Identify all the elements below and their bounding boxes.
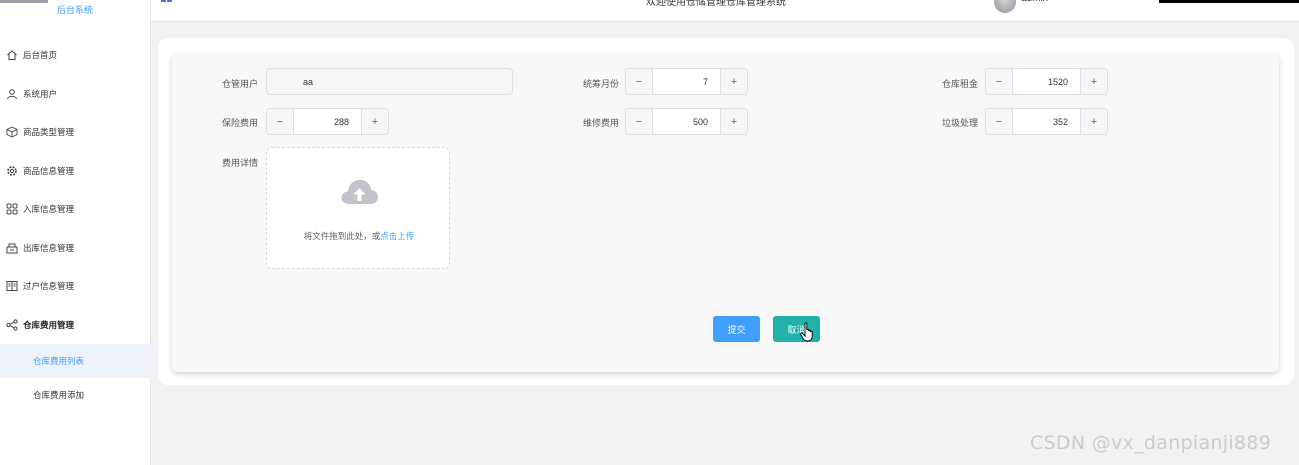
insurance-fee-label: 保险费用 — [221, 118, 258, 128]
grid-icon — [5, 203, 18, 216]
submit-button[interactable]: 提交 — [713, 316, 760, 342]
maintenance-fee-label: 维修费用 — [582, 118, 619, 128]
warehouse-rent-increase-button[interactable]: + — [1080, 69, 1107, 94]
submenu-fee-list[interactable]: 仓库费用列表 — [0, 344, 151, 378]
header-title: 欢迎使用仓储管理仓库管理系统 — [646, 0, 786, 8]
sidebar-item-product-info[interactable]: 商品信息管理 — [0, 152, 151, 191]
garbage-fee-value[interactable]: 352 — [1013, 109, 1080, 134]
box-icon — [5, 126, 18, 139]
user-icon — [5, 87, 18, 100]
sidebar-item-label: 出库信息管理 — [23, 242, 75, 253]
stat-month-label: 统筹月份 — [582, 79, 619, 89]
stat-month-stepper[interactable]: − 7 + — [625, 68, 748, 95]
sidebar-item-label: 后台首页 — [23, 50, 58, 61]
sidebar-item-label: 过户信息管理 — [23, 281, 75, 292]
gear-icon — [5, 164, 18, 177]
upload-hint: 将文件拖到此处，或点击上传 — [267, 230, 451, 242]
share-icon — [5, 318, 18, 331]
upload-hint-text: 将文件拖到此处，或 — [303, 231, 381, 241]
warehouse-rent-value[interactable]: 1520 — [1013, 69, 1080, 94]
sidebar-item-transfer[interactable]: 过户信息管理 — [0, 267, 151, 306]
stat-month-increase-button[interactable]: + — [720, 69, 747, 94]
cloud-upload-icon — [341, 180, 379, 204]
warehouse-user-input[interactable]: aa — [266, 68, 513, 95]
maintenance-fee-stepper[interactable]: − 500 + — [625, 108, 748, 135]
username[interactable]: admin — [1021, 0, 1048, 4]
redaction-bar — [1159, 0, 1299, 3]
sidebar: 后台系统 后台首页 系统用户 商品类型管理 商品信息管理 入库信息管理 出库信息… — [0, 0, 151, 465]
sidebar-item-label: 商品信息管理 — [23, 165, 75, 176]
insurance-fee-decrease-button[interactable]: − — [267, 109, 294, 134]
sidebar-item-outbound[interactable]: 出库信息管理 — [0, 229, 151, 268]
menu-toggle-icon[interactable] — [161, 0, 175, 4]
submenu-fee-add[interactable]: 仓库费用添加 — [0, 378, 151, 412]
sidebar-item-home[interactable]: 后台首页 — [0, 36, 151, 75]
stat-month-decrease-button[interactable]: − — [626, 69, 653, 94]
maintenance-fee-increase-button[interactable]: + — [720, 109, 747, 134]
insurance-fee-stepper[interactable]: − 288 + — [266, 108, 389, 135]
fee-detail-label: 费用详情 — [221, 158, 258, 168]
stat-month-value[interactable]: 7 — [653, 69, 720, 94]
warehouse-rent-label: 仓库租金 — [941, 79, 978, 89]
sidebar-subtitle: 后台系统 — [57, 5, 94, 15]
submenu-label: 仓库费用添加 — [33, 390, 85, 400]
home-icon — [5, 49, 18, 62]
watermark: CSDN @vx_danpianji889 — [1030, 432, 1272, 454]
warehouse-rent-stepper[interactable]: − 1520 + — [985, 68, 1108, 95]
ledger-icon — [5, 280, 18, 293]
maintenance-fee-decrease-button[interactable]: − — [626, 109, 653, 134]
sidebar-item-product-types[interactable]: 商品类型管理 — [0, 113, 151, 152]
insurance-fee-value[interactable]: 288 — [294, 109, 361, 134]
sidebar-item-label: 入库信息管理 — [23, 204, 75, 215]
hand-cursor-icon — [800, 322, 813, 342]
avatar[interactable] — [994, 0, 1016, 13]
insurance-fee-increase-button[interactable]: + — [361, 109, 388, 134]
garbage-fee-decrease-button[interactable]: − — [986, 109, 1013, 134]
upload-dropzone[interactable]: 将文件拖到此处，或点击上传 — [266, 147, 450, 269]
sidebar-item-label: 商品类型管理 — [23, 127, 75, 138]
sidebar-item-label: 仓库费用管理 — [23, 319, 75, 330]
garbage-fee-label: 垃圾处理 — [941, 118, 978, 128]
tray-icon — [5, 241, 18, 254]
sidebar-item-label: 系统用户 — [23, 88, 58, 99]
submenu-label: 仓库费用列表 — [33, 356, 85, 366]
sidebar-menu: 后台首页 系统用户 商品类型管理 商品信息管理 入库信息管理 出库信息管理 过户… — [0, 36, 151, 412]
warehouse-user-value: aa — [303, 76, 314, 87]
top-header: 欢迎使用仓储管理仓库管理系统 admin — [151, 0, 1299, 22]
warehouse-rent-decrease-button[interactable]: − — [986, 69, 1013, 94]
garbage-fee-stepper[interactable]: − 352 + — [985, 108, 1108, 135]
upload-click-link[interactable]: 点击上传 — [380, 231, 414, 241]
maintenance-fee-value[interactable]: 500 — [653, 109, 720, 134]
sidebar-item-warehouse-fees[interactable]: 仓库费用管理 — [0, 306, 151, 345]
sidebar-item-inbound[interactable]: 入库信息管理 — [0, 190, 151, 229]
garbage-fee-increase-button[interactable]: + — [1080, 109, 1107, 134]
warehouse-user-label: 仓管用户 — [221, 79, 258, 89]
sidebar-item-users[interactable]: 系统用户 — [0, 75, 151, 114]
logo-bar — [0, 0, 48, 3]
